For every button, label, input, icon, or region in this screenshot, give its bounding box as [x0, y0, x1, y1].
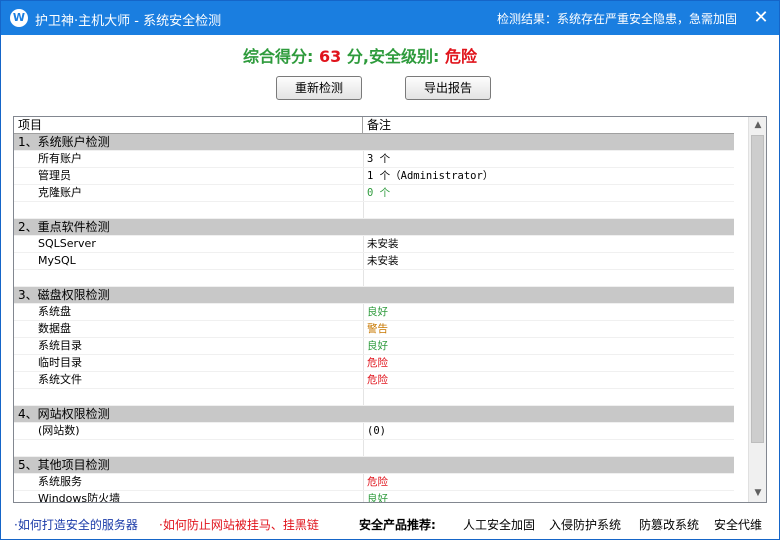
item-name — [14, 202, 363, 218]
score-label: 综合得分: — [243, 47, 314, 66]
item-name: 所有账户 — [38, 152, 82, 165]
item-name: 1、系统账户检测 — [18, 135, 110, 149]
item-note: 1 个（Administrator） — [367, 170, 494, 182]
product-link-tamper[interactable]: 防篡改系统 — [639, 516, 699, 533]
scroll-up-icon[interactable]: ▲ — [749, 117, 766, 134]
list-item[interactable]: 系统服务 危险 — [14, 474, 734, 491]
item-name: 管理员 — [38, 169, 71, 182]
item-name: 2、重点软件检测 — [18, 220, 110, 234]
vertical-scrollbar[interactable]: ▲ ▼ — [748, 117, 766, 502]
item-name: 系统盘 — [38, 305, 71, 318]
item-note: 警告 — [367, 323, 388, 335]
section-row[interactable]: 4、网站权限检测 — [14, 406, 734, 423]
item-name: 数据盘 — [38, 322, 71, 335]
list-item[interactable] — [14, 270, 734, 287]
export-report-button[interactable]: 导出报告 — [405, 76, 491, 100]
item-name — [14, 389, 363, 405]
item-note — [367, 287, 734, 303]
item-note — [367, 406, 734, 422]
app-logo-icon: W — [10, 9, 28, 27]
list-item[interactable] — [14, 202, 734, 219]
list-header: 项目 备注 — [14, 117, 734, 134]
list-item[interactable]: 数据盘 警告 — [14, 321, 734, 338]
footer-bar: ·如何打造安全的服务器 ·如何防止网站被挂马、挂黑链 安全产品推荐: 人工安全加… — [1, 508, 779, 538]
item-name: 系统目录 — [38, 339, 82, 352]
item-note — [367, 440, 734, 456]
level-label: 分,安全级别: — [346, 47, 440, 66]
item-note: 危险 — [367, 476, 388, 488]
main-window: W 护卫神·主机大师 - 系统安全检测 检测结果：系统存在严重安全隐患，急需加固… — [0, 0, 780, 540]
results-list[interactable]: 项目 备注 1、系统账户检测所有账户 3 个管理员 1 个（Administrato… — [13, 116, 767, 503]
prevent-hack-link[interactable]: ·如何防止网站被挂马、挂黑链 — [159, 516, 319, 533]
recheck-button[interactable]: 重新检测 — [276, 76, 362, 100]
item-note: 危险 — [367, 357, 388, 369]
item-note — [367, 389, 734, 405]
scan-result-text: 检测结果：系统存在严重安全隐患，急需加固 — [497, 12, 738, 26]
score-line: 综合得分: 63 分,安全级别: 危险 — [1, 43, 719, 67]
product-link-hardening[interactable]: 人工安全加固 — [463, 516, 535, 533]
section-row[interactable]: 2、重点软件检测 — [14, 219, 734, 236]
item-name: 4、网站权限检测 — [18, 407, 110, 421]
list-item[interactable]: 系统目录 良好 — [14, 338, 734, 355]
section-row[interactable]: 3、磁盘权限检测 — [14, 287, 734, 304]
list-rows: 1、系统账户检测所有账户 3 个管理员 1 个（Administrator） 克隆账户… — [14, 134, 734, 503]
scrollbar-thumb[interactable] — [751, 135, 764, 443]
item-note: 良好 — [367, 493, 388, 503]
column-header-item[interactable]: 项目 — [14, 117, 363, 133]
item-name: 3、磁盘权限检测 — [18, 288, 110, 302]
item-note: 未安装 — [367, 255, 399, 267]
title-bar: W 护卫神·主机大师 - 系统安全检测 检测结果：系统存在严重安全隐患，急需加固… — [1, 1, 779, 35]
item-note: 危险 — [367, 374, 388, 386]
item-note — [367, 219, 734, 235]
item-name: MySQL — [38, 254, 76, 267]
scroll-down-icon[interactable]: ▼ — [749, 485, 766, 502]
secure-server-link[interactable]: ·如何打造安全的服务器 — [14, 516, 138, 533]
item-note: 未安装 — [367, 238, 399, 250]
item-name: 系统文件 — [38, 373, 82, 386]
list-item[interactable]: 管理员 1 个（Administrator） — [14, 168, 734, 185]
item-note — [367, 134, 734, 150]
list-item[interactable] — [14, 389, 734, 406]
column-header-note[interactable]: 备注 — [363, 117, 734, 133]
list-item[interactable]: 系统盘 良好 — [14, 304, 734, 321]
item-name: 5、其他项目检测 — [18, 458, 110, 472]
item-name: Windows防火墙 — [38, 492, 121, 503]
score-value: 63 — [319, 47, 342, 66]
list-item[interactable]: Windows防火墙 良好 — [14, 491, 734, 503]
item-name: (网站数) — [38, 424, 80, 437]
item-name: 克隆账户 — [38, 186, 82, 199]
item-note — [367, 202, 734, 218]
list-item[interactable]: 所有账户 3 个 — [14, 151, 734, 168]
item-note: 3 个 — [367, 153, 391, 165]
product-link-maintenance[interactable]: 安全代维 — [714, 516, 762, 533]
item-note: 良好 — [367, 340, 388, 352]
recommend-label: 安全产品推荐: — [359, 518, 436, 532]
item-note — [367, 270, 734, 286]
list-item[interactable]: 系统文件 危险 — [14, 372, 734, 389]
window-title: 护卫神·主机大师 - 系统安全检测 — [35, 14, 222, 29]
security-level: 危险 — [444, 47, 477, 66]
item-name: SQLServer — [38, 237, 96, 250]
list-item[interactable]: (网站数) (0) — [14, 423, 734, 440]
list-item[interactable] — [14, 440, 734, 457]
item-note — [367, 457, 734, 473]
section-row[interactable]: 5、其他项目检测 — [14, 457, 734, 474]
item-note: 0 个 — [367, 187, 391, 199]
close-icon[interactable]: ✕ — [749, 6, 773, 30]
item-name — [14, 440, 363, 456]
list-item[interactable]: 克隆账户 0 个 — [14, 185, 734, 202]
list-item[interactable]: MySQL 未安装 — [14, 253, 734, 270]
item-name: 系统服务 — [38, 475, 82, 488]
product-link-intrusion[interactable]: 入侵防护系统 — [549, 516, 621, 533]
item-note: (0) — [367, 425, 386, 437]
section-row[interactable]: 1、系统账户检测 — [14, 134, 734, 151]
item-note: 良好 — [367, 306, 388, 318]
list-item[interactable]: SQLServer 未安装 — [14, 236, 734, 253]
item-name — [14, 270, 363, 286]
list-item[interactable]: 临时目录 危险 — [14, 355, 734, 372]
item-name: 临时目录 — [38, 356, 82, 369]
